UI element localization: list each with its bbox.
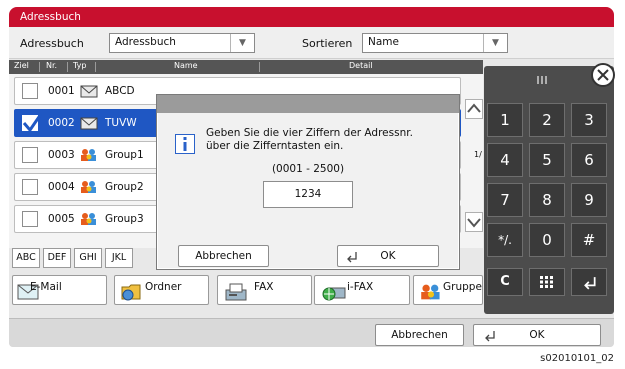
col-detail[interactable]: Detail bbox=[349, 61, 373, 70]
col-nr[interactable]: Nr. bbox=[46, 61, 57, 70]
row-number: 0004 bbox=[48, 181, 75, 193]
page-indicator: 1/ bbox=[474, 150, 482, 159]
key-4[interactable]: 4 bbox=[487, 143, 523, 177]
row-name: Group1 bbox=[105, 149, 144, 161]
scroll-down-button[interactable] bbox=[465, 212, 483, 232]
dialog-range: (0001 - 2500) bbox=[271, 163, 345, 175]
close-icon bbox=[597, 69, 609, 81]
row-checkbox[interactable] bbox=[22, 147, 38, 163]
row-name: Group2 bbox=[105, 181, 144, 193]
key-0[interactable]: 0 bbox=[529, 223, 565, 257]
toolbar: Adressbuch Adressbuch ▼ Sortieren Name ▼ bbox=[9, 27, 614, 59]
group-icon bbox=[81, 213, 96, 225]
key-2[interactable]: 2 bbox=[529, 103, 565, 137]
dialog-message: Geben Sie die vier Ziffern der Adressnr.… bbox=[206, 127, 413, 152]
row-number: 0005 bbox=[48, 213, 75, 225]
enter-icon bbox=[485, 331, 495, 342]
row-checkbox[interactable] bbox=[22, 211, 38, 227]
chevron-down-icon: ▼ bbox=[230, 34, 254, 52]
info-icon bbox=[175, 134, 195, 154]
cancel-button[interactable]: Abbrechen bbox=[375, 324, 464, 346]
grid-keyboard-icon bbox=[540, 276, 553, 288]
row-number: 0002 bbox=[48, 117, 75, 129]
key-enter[interactable] bbox=[571, 268, 607, 296]
envelope-icon bbox=[80, 117, 98, 130]
chevron-down-icon bbox=[467, 218, 481, 228]
dialog-cancel-button[interactable]: Abbrechen bbox=[178, 245, 269, 267]
col-name[interactable]: Name bbox=[174, 61, 198, 70]
col-typ[interactable]: Typ bbox=[73, 61, 86, 70]
addressbook-select[interactable]: Adressbuch ▼ bbox=[109, 33, 255, 53]
key-keyboard[interactable] bbox=[529, 268, 565, 296]
sort-select[interactable]: Name ▼ bbox=[362, 33, 508, 53]
row-checkbox[interactable] bbox=[22, 83, 38, 99]
scroll-up-button[interactable] bbox=[465, 99, 483, 119]
dialog-ok-button[interactable]: OK bbox=[337, 245, 439, 267]
folder-icon bbox=[121, 284, 141, 301]
sort-select-value: Name bbox=[368, 36, 399, 48]
tab-ghi[interactable]: GHI bbox=[74, 248, 102, 268]
tab-abc[interactable]: ABC bbox=[12, 248, 40, 268]
col-ziel[interactable]: Ziel bbox=[14, 61, 29, 70]
addressbook-select-value: Adressbuch bbox=[115, 36, 176, 48]
numeric-keypad: 1 2 3 4 5 6 7 8 9 */. 0 # C bbox=[484, 63, 615, 314]
row-checkbox[interactable] bbox=[22, 113, 43, 133]
table-header: Ziel Nr. Typ Name Detail bbox=[9, 60, 483, 74]
row-number: 0001 bbox=[48, 85, 75, 97]
row-name: ABCD bbox=[105, 85, 135, 97]
folder-button-label: Ordner bbox=[145, 281, 182, 293]
address-number-input[interactable]: 1234 bbox=[263, 181, 353, 208]
enter-icon bbox=[584, 277, 596, 290]
key-clear[interactable]: C bbox=[487, 268, 523, 296]
tab-def[interactable]: DEF bbox=[43, 248, 71, 268]
key-1[interactable]: 1 bbox=[487, 103, 523, 137]
image-code: s02010101_02 bbox=[540, 353, 614, 364]
fax-button[interactable]: FAX bbox=[217, 275, 312, 305]
row-checkbox[interactable] bbox=[22, 179, 38, 195]
fax-icon bbox=[225, 283, 247, 301]
number-input-dialog: Geben Sie die vier Ziffern der Adressnr.… bbox=[156, 94, 460, 270]
ifax-button-label: i-FAX bbox=[347, 281, 374, 293]
group-button[interactable]: Gruppe bbox=[413, 275, 483, 305]
key-7[interactable]: 7 bbox=[487, 183, 523, 217]
row-number: 0003 bbox=[48, 149, 75, 161]
key-hash[interactable]: # bbox=[571, 223, 607, 257]
group-icon bbox=[81, 181, 96, 193]
dialog-header bbox=[157, 95, 459, 113]
group-icon bbox=[81, 149, 96, 161]
key-8[interactable]: 8 bbox=[529, 183, 565, 217]
folder-button[interactable]: Ordner bbox=[114, 275, 209, 305]
row-name: Group3 bbox=[105, 213, 144, 225]
ifax-button[interactable]: i-FAX bbox=[314, 275, 410, 305]
key-9[interactable]: 9 bbox=[571, 183, 607, 217]
key-3[interactable]: 3 bbox=[571, 103, 607, 137]
sort-label: Sortieren bbox=[302, 37, 353, 50]
key-6[interactable]: 6 bbox=[571, 143, 607, 177]
ok-button-label: OK bbox=[529, 329, 545, 341]
ok-button[interactable]: OK bbox=[473, 324, 601, 346]
addressbook-label: Adressbuch bbox=[20, 37, 84, 50]
chevron-down-icon: ▼ bbox=[483, 34, 507, 52]
drag-handle-icon[interactable] bbox=[534, 75, 554, 85]
chevron-up-icon bbox=[467, 103, 481, 113]
tab-jkl[interactable]: JKL bbox=[105, 248, 133, 268]
row-name: TUVW bbox=[105, 117, 137, 129]
envelope-icon bbox=[80, 85, 98, 98]
dialog-ok-label: OK bbox=[380, 250, 396, 262]
ifax-icon bbox=[322, 287, 346, 301]
fax-button-label: FAX bbox=[254, 281, 274, 293]
window-title: Adressbuch bbox=[9, 7, 614, 27]
key-star-dot[interactable]: */. bbox=[487, 223, 523, 257]
enter-icon bbox=[347, 252, 357, 263]
email-button-label: E-Mail bbox=[30, 281, 62, 293]
email-button[interactable]: E-Mail bbox=[12, 275, 107, 305]
group-icon bbox=[421, 284, 440, 300]
key-5[interactable]: 5 bbox=[529, 143, 565, 177]
checkmark-icon bbox=[22, 113, 43, 133]
close-keypad-button[interactable] bbox=[591, 63, 615, 87]
group-button-label: Gruppe bbox=[443, 281, 482, 293]
